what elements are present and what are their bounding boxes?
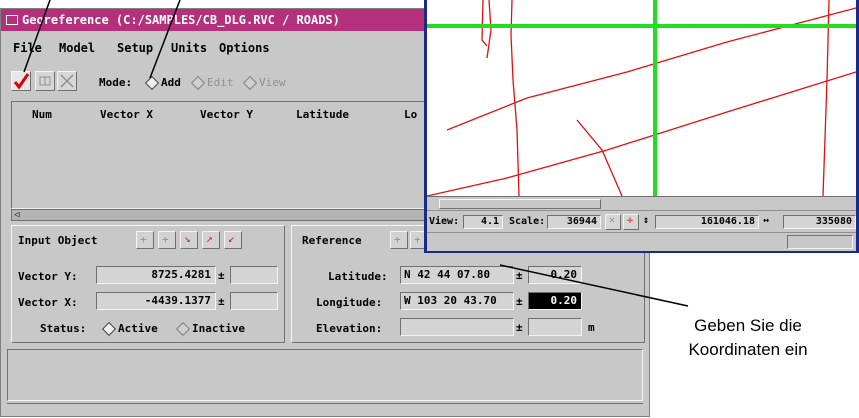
callout-line-2: Koordinaten ein (688, 340, 808, 359)
callout-line-1: Geben Sie die (694, 316, 802, 335)
callout-text: Geben Sie die Koordinaten ein (648, 314, 848, 362)
